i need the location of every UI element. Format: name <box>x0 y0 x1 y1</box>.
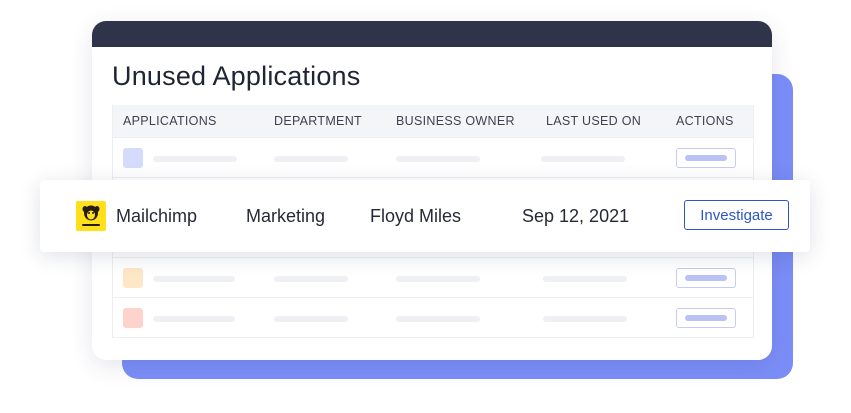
application-name: Mailchimp <box>116 206 198 226</box>
table-row <box>113 137 753 178</box>
column-header-actions: ACTIONS <box>676 114 734 128</box>
app-icon-placeholder <box>123 308 143 328</box>
table-row <box>113 257 753 298</box>
column-header-business-owner: BUSINESS OWNER <box>396 114 515 128</box>
column-header-last-used-on: LAST USED ON <box>546 114 642 128</box>
skeleton-text <box>153 156 237 162</box>
mailchimp-logo-icon <box>76 201 106 231</box>
skeleton-text <box>396 156 480 162</box>
skeleton-text <box>396 276 480 282</box>
skeleton-text <box>274 156 348 162</box>
skeleton-text <box>543 276 627 282</box>
skeleton-text <box>274 316 348 322</box>
skeleton-text <box>541 156 625 162</box>
investigate-button[interactable]: Investigate <box>684 200 789 230</box>
department-cell: Marketing <box>246 206 326 226</box>
skeleton-text <box>153 316 235 322</box>
skeleton-text <box>153 276 235 282</box>
column-header-applications: APPLICATIONS <box>123 114 217 128</box>
skeleton-text <box>396 316 480 322</box>
action-button-placeholder[interactable] <box>676 308 736 328</box>
column-header-department: DEPARTMENT <box>274 114 362 128</box>
skeleton-text <box>543 316 627 322</box>
action-button-placeholder[interactable] <box>676 268 736 288</box>
skeleton-text <box>685 275 727 281</box>
last-used-on-cell: Sep 12, 2021 <box>522 206 630 226</box>
action-button-placeholder[interactable] <box>676 148 736 168</box>
page-title: Unused Applications <box>112 61 361 91</box>
table-header: APPLICATIONS DEPARTMENT BUSINESS OWNER L… <box>113 105 753 137</box>
highlighted-application-row[interactable]: Mailchimp Marketing Floyd Miles Sep 12, … <box>40 180 810 252</box>
skeleton-text <box>274 276 348 282</box>
app-icon-placeholder <box>123 268 143 288</box>
table-row <box>113 297 753 338</box>
card-header-bar <box>92 21 772 47</box>
business-owner-cell: Floyd Miles <box>370 206 462 226</box>
skeleton-text <box>685 315 727 321</box>
app-icon-placeholder <box>123 148 143 168</box>
skeleton-text <box>685 155 727 161</box>
